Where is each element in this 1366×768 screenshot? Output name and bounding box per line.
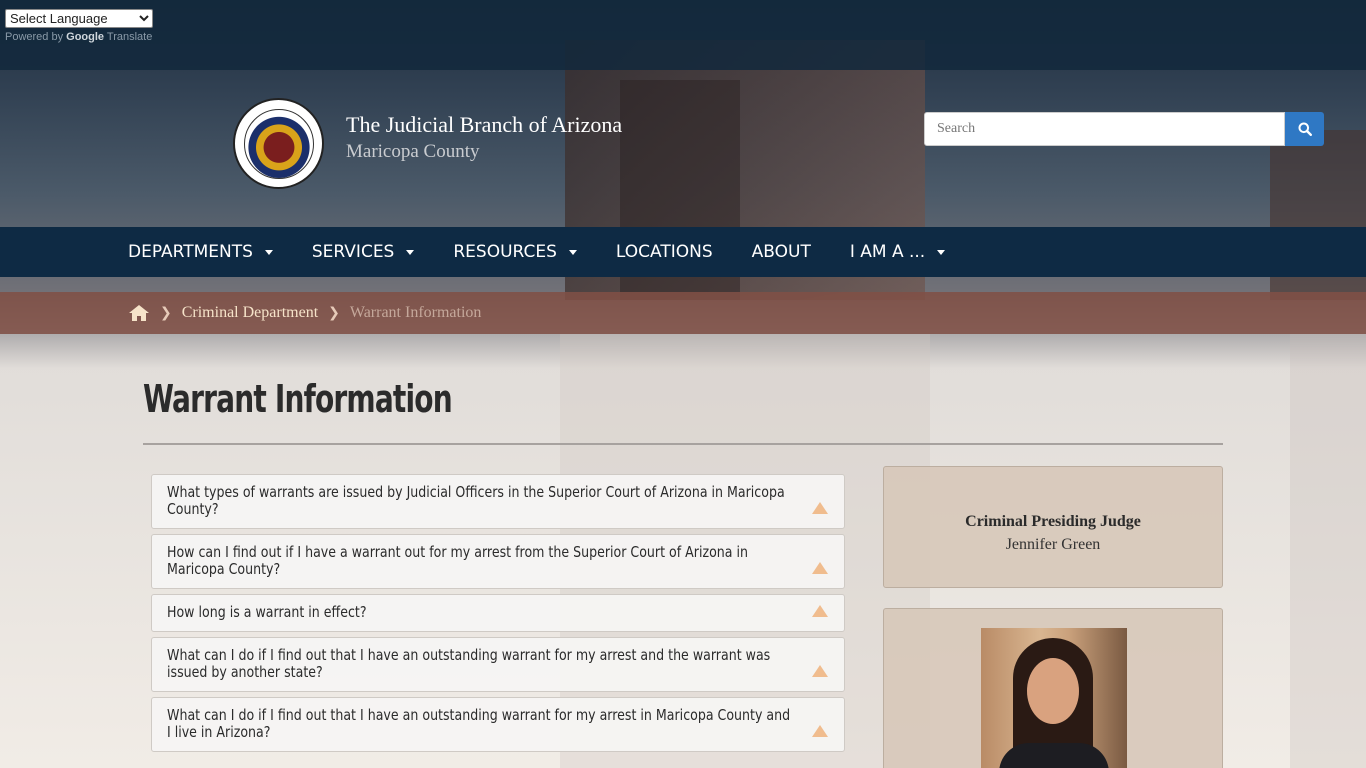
top-band: [0, 0, 1366, 70]
chevron-up-icon: [812, 502, 828, 514]
faq-question: How long is a warrant in effect?: [167, 603, 367, 621]
translate-link[interactable]: Translate: [107, 31, 152, 43]
faq-item[interactable]: What can I do if I find out that I have …: [151, 637, 845, 692]
search-input[interactable]: [924, 112, 1285, 146]
faq-question: How can I find out if I have a warrant o…: [167, 543, 749, 578]
home-icon[interactable]: [128, 304, 150, 322]
page-title: Warrant Information: [143, 377, 453, 421]
search-button[interactable]: [1285, 112, 1324, 146]
breadcrumb-current: Warrant Information: [349, 304, 482, 321]
chevron-up-icon: [812, 725, 828, 737]
nav-i-am-a[interactable]: I AM A ...: [850, 242, 946, 262]
background-building: [1290, 334, 1366, 768]
faq-item[interactable]: How long is a warrant in effect?: [151, 594, 845, 632]
judge-title: Criminal Presiding Judge: [965, 513, 1141, 530]
faq-item[interactable]: What types of warrants are issued by Jud…: [151, 474, 845, 529]
judge-photo: [981, 628, 1127, 768]
faq-question: What can I do if I find out that I have …: [167, 646, 771, 681]
main-nav: DEPARTMENTS SERVICES RESOURCES LOCATIONS…: [0, 227, 1366, 277]
faq-item[interactable]: What can I do if I find out that I have …: [151, 697, 845, 752]
search-icon: [1298, 122, 1312, 136]
nav-locations[interactable]: LOCATIONS: [616, 242, 713, 262]
faq-accordion: What types of warrants are issued by Jud…: [151, 474, 845, 757]
google-logo: Google: [66, 31, 105, 43]
photo-face: [1027, 658, 1079, 724]
google-translate: Select Language Powered by Google Transl…: [5, 9, 153, 43]
nav-resources[interactable]: RESOURCES: [453, 242, 577, 262]
seal-emblem: [243, 108, 314, 179]
site-title[interactable]: The Judicial Branch of Arizona: [346, 112, 622, 138]
site-subtitle: Maricopa County: [346, 141, 480, 162]
chevron-up-icon: [812, 665, 828, 677]
faq-item[interactable]: How can I find out if I have a warrant o…: [151, 534, 845, 589]
photo-suit: [999, 743, 1109, 768]
chevron-right-icon: ❯: [160, 305, 172, 321]
search-bar: [924, 112, 1324, 146]
chevron-up-icon: [812, 562, 828, 574]
caret-down-icon: [937, 249, 946, 255]
caret-down-icon: [568, 249, 577, 255]
court-seal-logo[interactable]: [233, 98, 324, 189]
chevron-right-icon: ❯: [328, 305, 340, 321]
chevron-up-icon: [812, 605, 828, 617]
faq-question: What types of warrants are issued by Jud…: [167, 483, 785, 518]
presiding-judge-card: Criminal Presiding Judge Jennifer Green: [883, 466, 1223, 588]
nav-about[interactable]: ABOUT: [752, 242, 811, 262]
caret-down-icon: [264, 249, 273, 255]
caret-down-icon: [406, 249, 415, 255]
nav-departments[interactable]: DEPARTMENTS: [128, 242, 273, 262]
powered-by-google: Powered by Google Translate: [5, 31, 153, 43]
nav-services[interactable]: SERVICES: [312, 242, 415, 262]
faq-question: What can I do if I find out that I have …: [167, 706, 791, 741]
breadcrumb: ❯ Criminal Department ❯ Warrant Informat…: [0, 292, 1366, 334]
breadcrumb-criminal-department[interactable]: Criminal Department: [182, 304, 318, 322]
judge-photo-card: [883, 608, 1223, 768]
judge-name: Jennifer Green: [1005, 536, 1101, 553]
language-select[interactable]: Select Language: [5, 9, 153, 28]
title-divider: [143, 443, 1223, 445]
